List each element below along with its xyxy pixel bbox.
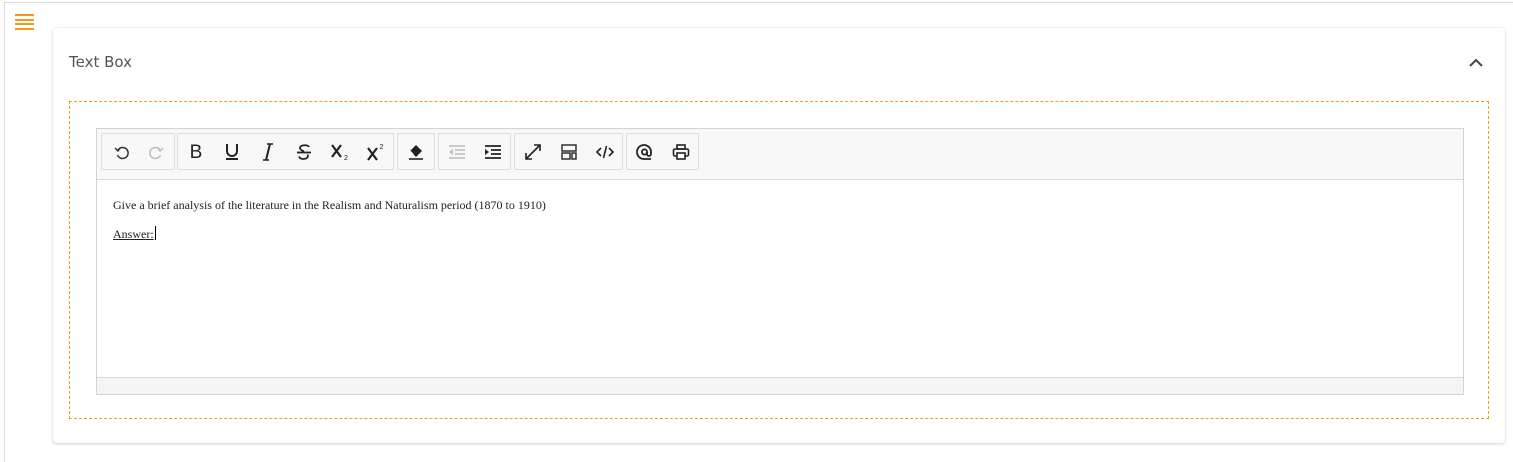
italic-button[interactable] [254, 138, 282, 166]
code-view-icon [595, 145, 615, 159]
editor-content[interactable]: Give a brief analysis of the literature … [97, 180, 1463, 378]
bold-button[interactable]: B [182, 138, 210, 166]
editor-toolbar: B 2 2 [97, 129, 1463, 180]
underline-button[interactable] [218, 138, 246, 166]
toolbar-group-history [101, 133, 175, 170]
print-icon [672, 144, 690, 160]
question-text: Give a brief analysis of the literature … [113, 198, 546, 212]
underline-icon [226, 144, 238, 160]
undo-button[interactable] [108, 138, 136, 166]
outdent-icon [449, 145, 465, 159]
superscript-icon: 2 [367, 144, 384, 161]
mention-icon [636, 144, 652, 160]
strikethrough-button[interactable] [290, 138, 318, 166]
superscript-button[interactable]: 2 [362, 138, 390, 166]
svg-text:B: B [190, 142, 203, 162]
toolbar-group-indent [438, 133, 511, 170]
svg-text:2: 2 [344, 155, 348, 162]
subscript-button[interactable]: 2 [326, 138, 354, 166]
chevron-up-icon [1469, 58, 1483, 67]
card-title: Text Box [69, 53, 132, 71]
rich-text-editor: B 2 2 Give a brief analysis of the liter… [96, 128, 1464, 395]
indent-icon [485, 145, 501, 159]
answer-label: Answer: [113, 226, 156, 241]
text-caret [154, 226, 156, 240]
print-button[interactable] [667, 138, 695, 166]
outdent-button[interactable] [443, 138, 471, 166]
redo-button[interactable] [142, 138, 170, 166]
drag-handle-icon[interactable] [15, 14, 35, 30]
mention-button[interactable] [631, 138, 659, 166]
layout-button[interactable] [555, 138, 583, 166]
bold-icon: B [190, 142, 203, 162]
subscript-icon: 2 [331, 144, 348, 162]
toolbar-group-formatting: B 2 2 [177, 133, 394, 170]
drop-zone: B 2 2 Give a brief analysis of the liter… [69, 101, 1489, 419]
toolbar-group-view [514, 133, 623, 170]
editor-statusbar[interactable] [97, 377, 1463, 394]
redo-icon [149, 146, 164, 160]
layout-icon [561, 144, 577, 160]
fullscreen-icon [525, 144, 541, 160]
toolbar-group-clear [397, 133, 435, 170]
italic-icon [263, 143, 273, 161]
toolbar-group-misc [626, 133, 699, 170]
text-box-card: Text Box B 2 2 Give a brief analysis of … [53, 28, 1505, 443]
strikethrough-icon [297, 144, 311, 160]
eraser-icon [409, 145, 423, 160]
collapse-button[interactable] [1465, 52, 1487, 72]
undo-icon [114, 146, 129, 160]
fullscreen-button[interactable] [519, 138, 547, 166]
code-view-button[interactable] [591, 138, 619, 166]
indent-button[interactable] [479, 138, 507, 166]
clear-format-button[interactable] [402, 138, 430, 166]
svg-text:2: 2 [380, 144, 384, 151]
